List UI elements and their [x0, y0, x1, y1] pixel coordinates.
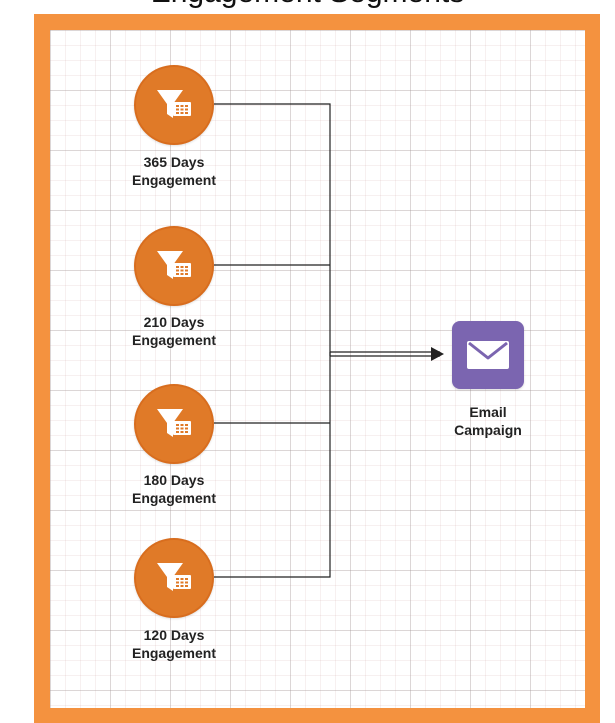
funnel-grid-icon [157, 251, 191, 279]
funnel-grid-icon [157, 409, 191, 437]
header-title-fragment: Engagement Segments [0, 0, 615, 10]
email-campaign-node[interactable] [452, 321, 524, 389]
segment-label-210: 210 Days Engagement [104, 313, 244, 349]
segment-node-120[interactable] [134, 538, 214, 618]
email-label-line2: Campaign [454, 422, 522, 438]
segment-label-365: 365 Days Engagement [104, 153, 244, 189]
funnel-grid-icon [157, 563, 191, 591]
segment-label-120: 120 Days Engagement [104, 626, 244, 662]
segment-label-line1: 180 Days [143, 472, 205, 488]
segment-label-line2: Engagement [131, 172, 216, 188]
segment-node-210[interactable] [134, 226, 214, 306]
email-campaign-label: Email Campaign [418, 403, 558, 439]
segment-label-line1: 210 Days [143, 314, 205, 330]
email-label-line1: Email [469, 404, 507, 420]
envelope-icon [467, 341, 509, 369]
funnel-grid-icon [157, 90, 191, 118]
segment-node-180[interactable] [134, 384, 214, 464]
segment-label-line1: 120 Days [143, 627, 205, 643]
segment-label-line1: 365 Days [143, 154, 205, 170]
segment-node-365[interactable] [134, 65, 214, 145]
segment-label-line2: Engagement [131, 332, 216, 348]
diagram-page: Engagement Segments 365 Days Engagement [0, 0, 615, 723]
segment-label-line2: Engagement [131, 490, 216, 506]
segment-label-line2: Engagement [131, 645, 216, 661]
segment-label-180: 180 Days Engagement [104, 471, 244, 507]
